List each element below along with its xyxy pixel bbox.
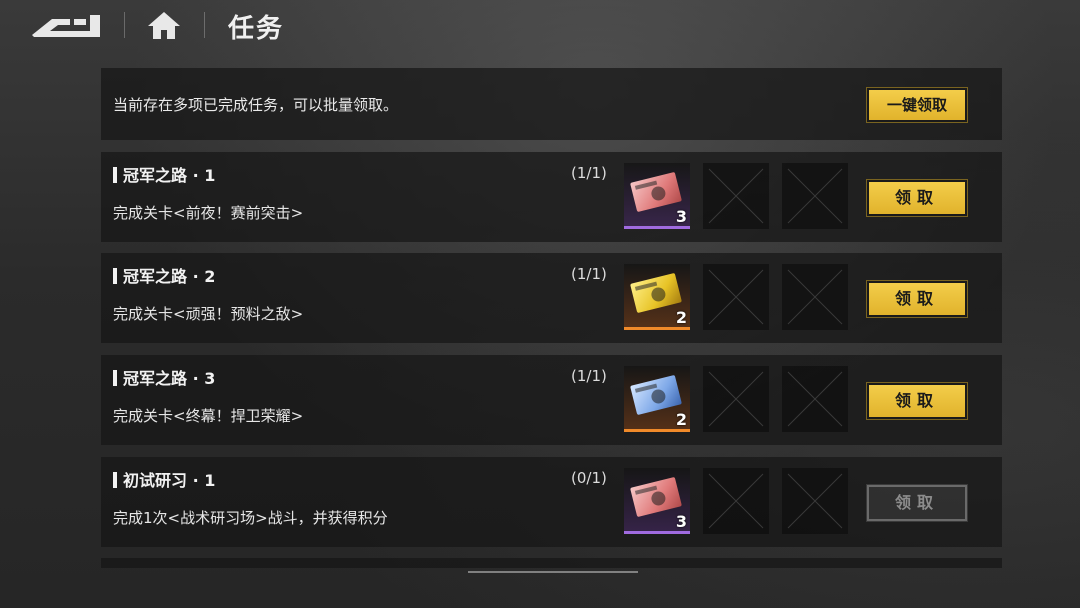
reward-slot[interactable]: 2 — [624, 366, 690, 432]
reward-count: 2 — [675, 308, 687, 327]
task-description: 完成关卡<顽强！预料之敌> — [113, 305, 304, 323]
task-description: 完成关卡<终幕！捍卫荣耀> — [113, 407, 304, 425]
page-title: 任务 — [228, 14, 285, 44]
empty-slot-icon — [708, 269, 764, 325]
gold-ticket-icon — [630, 272, 682, 314]
task-title-text: 初试研习 · 1 — [123, 471, 216, 490]
claim-button-disabled[interactable]: 领取 — [866, 484, 968, 522]
empty-slot-icon — [708, 371, 764, 427]
empty-reward-slot — [782, 264, 848, 330]
reward-count: 3 — [675, 512, 687, 531]
reward-slot[interactable]: 2 — [624, 264, 690, 330]
empty-reward-slot — [782, 468, 848, 534]
notice-text: 当前存在多项已完成任务，可以批量领取。 — [113, 96, 399, 114]
task-progress: (1/1) — [571, 367, 607, 385]
reward-count: 2 — [675, 410, 687, 429]
home-button[interactable] — [146, 9, 182, 41]
batch-claim-notice: 当前存在多项已完成任务，可以批量领取。 一键领取 — [101, 68, 1002, 140]
empty-reward-slot — [703, 468, 769, 534]
empty-slot-icon — [787, 168, 843, 224]
empty-reward-slot — [703, 366, 769, 432]
empty-slot-icon — [708, 473, 764, 529]
claim-button[interactable]: 领取 — [866, 382, 968, 420]
blue-ticket-icon — [630, 374, 682, 416]
empty-reward-slot — [703, 264, 769, 330]
empty-slot-icon — [787, 473, 843, 529]
task-progress: (1/1) — [571, 265, 607, 283]
empty-reward-slot — [782, 163, 848, 229]
red-ticket-icon — [630, 476, 682, 518]
empty-slot-icon — [787, 269, 843, 325]
home-icon — [148, 12, 180, 39]
empty-reward-slot — [782, 366, 848, 432]
title-marker — [113, 268, 117, 284]
reward-count: 3 — [675, 207, 687, 226]
red-ticket-icon — [630, 171, 682, 213]
task-row-partial — [101, 558, 1002, 568]
task-description: 完成关卡<前夜！赛前突击> — [113, 204, 304, 222]
task-progress: (1/1) — [571, 164, 607, 182]
task-row: 冠军之路 · 3 完成关卡<终幕！捍卫荣耀> (1/1) 2 领取 — [101, 355, 1002, 445]
title-marker — [113, 370, 117, 386]
empty-slot-icon — [708, 168, 764, 224]
task-title-text: 冠军之路 · 2 — [123, 267, 216, 286]
empty-reward-slot — [703, 163, 769, 229]
task-row: 冠军之路 · 1 完成关卡<前夜！赛前突击> (1/1) 3 领取 — [101, 152, 1002, 242]
scroll-indicator[interactable] — [468, 571, 638, 573]
task-title: 冠军之路 · 3 — [113, 365, 215, 389]
task-row: 冠军之路 · 2 完成关卡<顽强！预料之敌> (1/1) 2 领取 — [101, 253, 1002, 343]
task-title-text: 冠军之路 · 3 — [123, 369, 216, 388]
task-row: 初试研习 · 1 完成1次<战术研习场>战斗，并获得积分 (0/1) 3 领取 — [101, 457, 1002, 547]
divider — [124, 12, 125, 38]
claim-all-button[interactable]: 一键领取 — [866, 87, 968, 123]
task-title: 冠军之路 · 2 — [113, 263, 215, 287]
back-arrow-icon — [32, 15, 100, 37]
reward-slot[interactable]: 3 — [624, 163, 690, 229]
title-marker — [113, 167, 117, 183]
task-title: 冠军之路 · 1 — [113, 162, 215, 186]
claim-button[interactable]: 领取 — [866, 280, 968, 318]
divider — [204, 12, 205, 38]
title-marker — [113, 472, 117, 488]
task-progress: (0/1) — [571, 469, 607, 487]
back-button[interactable] — [30, 9, 106, 41]
task-title-text: 冠军之路 · 1 — [123, 166, 216, 185]
top-bar: 任务 — [0, 0, 1080, 50]
claim-button[interactable]: 领取 — [866, 179, 968, 217]
task-title: 初试研习 · 1 — [113, 467, 215, 491]
task-description: 完成1次<战术研习场>战斗，并获得积分 — [113, 509, 388, 527]
empty-slot-icon — [787, 371, 843, 427]
reward-slot[interactable]: 3 — [624, 468, 690, 534]
